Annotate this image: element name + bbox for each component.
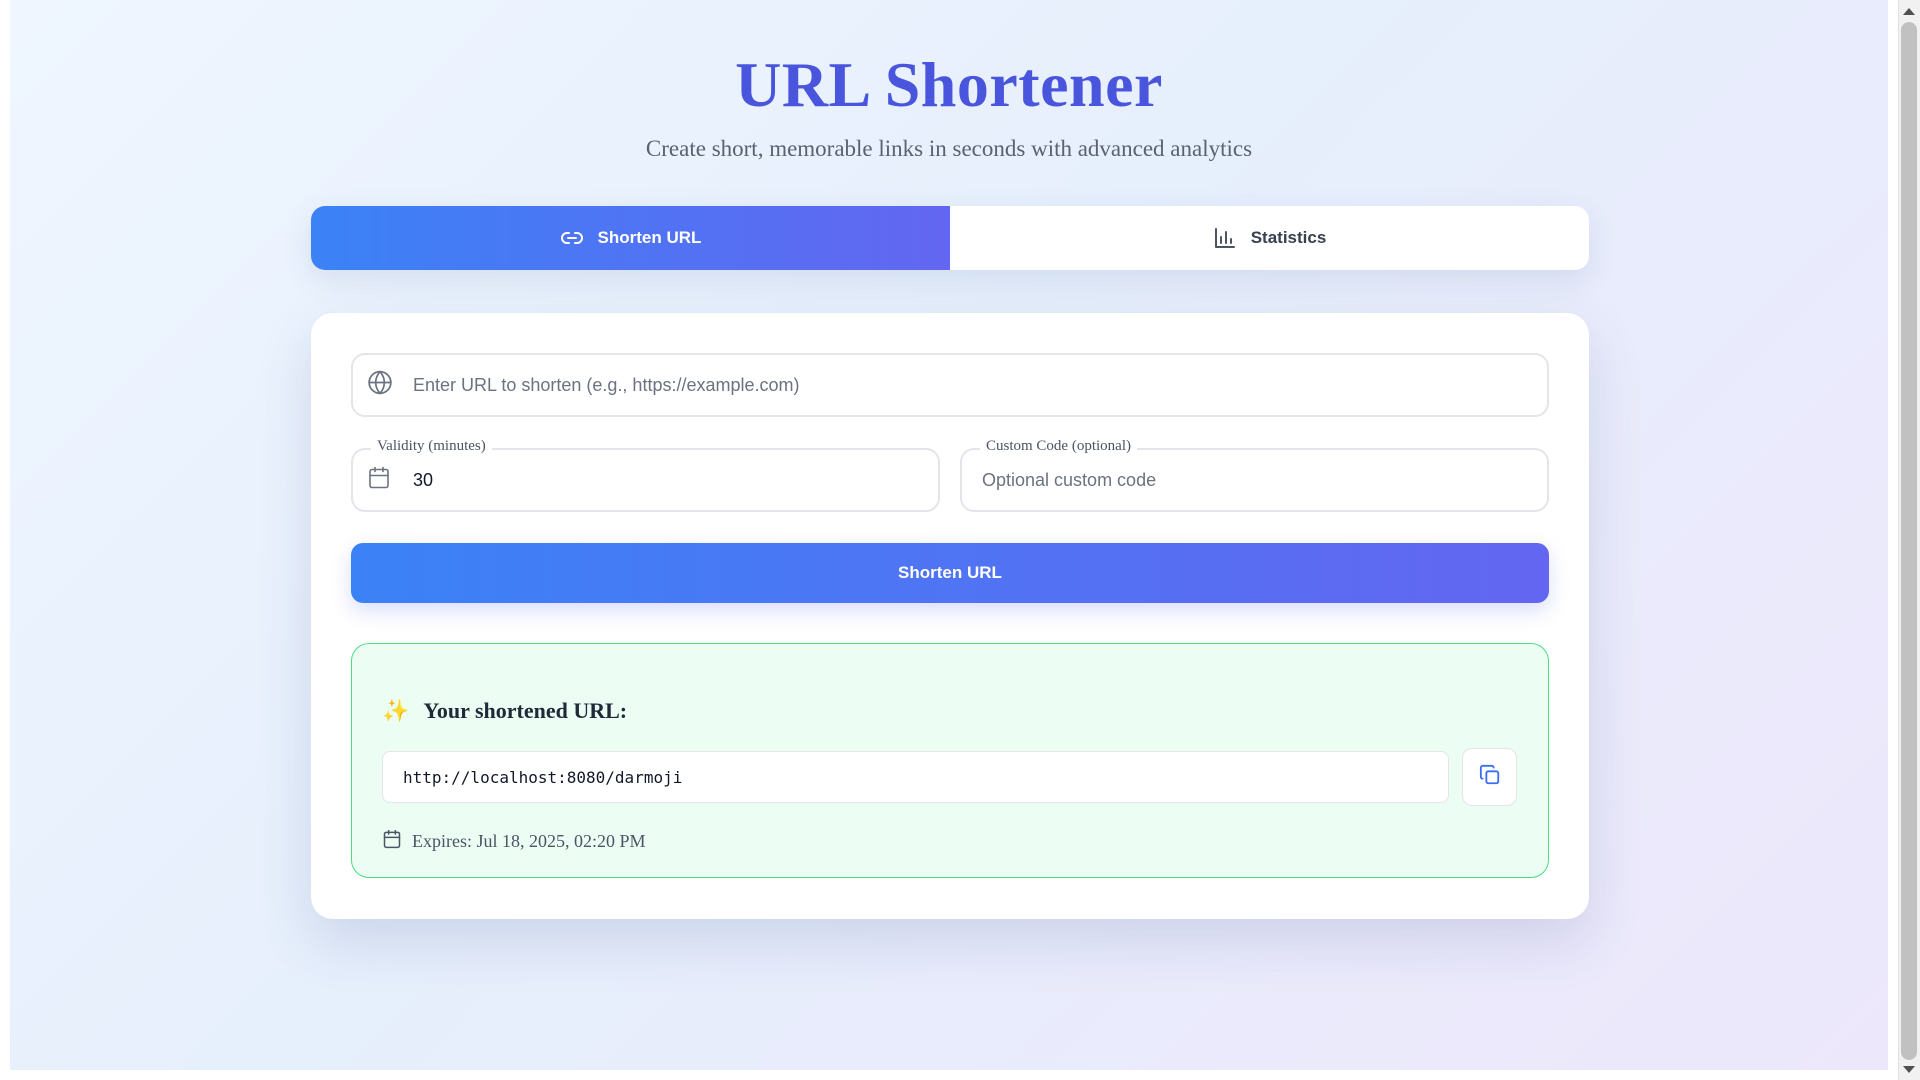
copy-button[interactable] — [1462, 748, 1517, 806]
validity-input[interactable] — [353, 450, 938, 510]
custom-code-label: Custom Code (optional) — [980, 438, 1137, 455]
calendar-icon — [367, 466, 391, 495]
result-header: ✨ Your shortened URL: — [382, 698, 627, 724]
result-panel: ✨ Your shortened URL: http://localhost:8… — [351, 643, 1549, 878]
scroll-up-icon[interactable] — [1903, 8, 1915, 15]
custom-code-field: Custom Code (optional) — [960, 438, 1549, 512]
expiry-info: Expires: Jul 18, 2025, 02:20 PM — [382, 829, 646, 854]
shorten-form-card: Validity (minutes) Custom Code (optional… — [311, 313, 1589, 919]
validity-label: Validity (minutes) — [371, 438, 492, 455]
page-background: URL Shortener Create short, memorable li… — [10, 0, 1888, 1070]
scrollbar-thumb[interactable] — [1901, 22, 1917, 1060]
sparkles-icon: ✨ — [382, 698, 410, 724]
page-bottom-edge — [0, 1070, 1920, 1080]
page-subtitle: Create short, memorable links in seconds… — [645, 136, 1253, 161]
bar-chart-icon — [1213, 226, 1237, 250]
tab-shorten-url[interactable]: Shorten URL — [311, 206, 950, 270]
page-title: URL Shortener — [735, 49, 1163, 120]
result-title: Your shortened URL: — [423, 698, 628, 723]
copy-icon — [1479, 764, 1501, 791]
globe-icon — [367, 370, 393, 401]
scroll-down-icon[interactable] — [1903, 1066, 1915, 1073]
link-icon — [560, 226, 584, 250]
tab-label: Statistics — [1250, 228, 1327, 247]
shorten-url-button[interactable]: Shorten URL — [351, 543, 1549, 603]
calendar-icon — [382, 829, 402, 854]
tab-label: Shorten URL — [597, 228, 702, 247]
custom-code-input[interactable] — [962, 450, 1547, 510]
validity-field: Validity (minutes) — [351, 438, 940, 512]
expires-text: Expires: Jul 18, 2025, 02:20 PM — [412, 831, 646, 851]
short-url-value: http://localhost:8080/darmoji — [403, 767, 683, 787]
url-input[interactable] — [353, 355, 1547, 415]
tab-bar: Shorten URL Statistics — [311, 206, 1589, 270]
url-field — [351, 353, 1549, 417]
tab-statistics[interactable]: Statistics — [950, 206, 1589, 270]
short-url-field[interactable]: http://localhost:8080/darmoji — [382, 751, 1449, 803]
